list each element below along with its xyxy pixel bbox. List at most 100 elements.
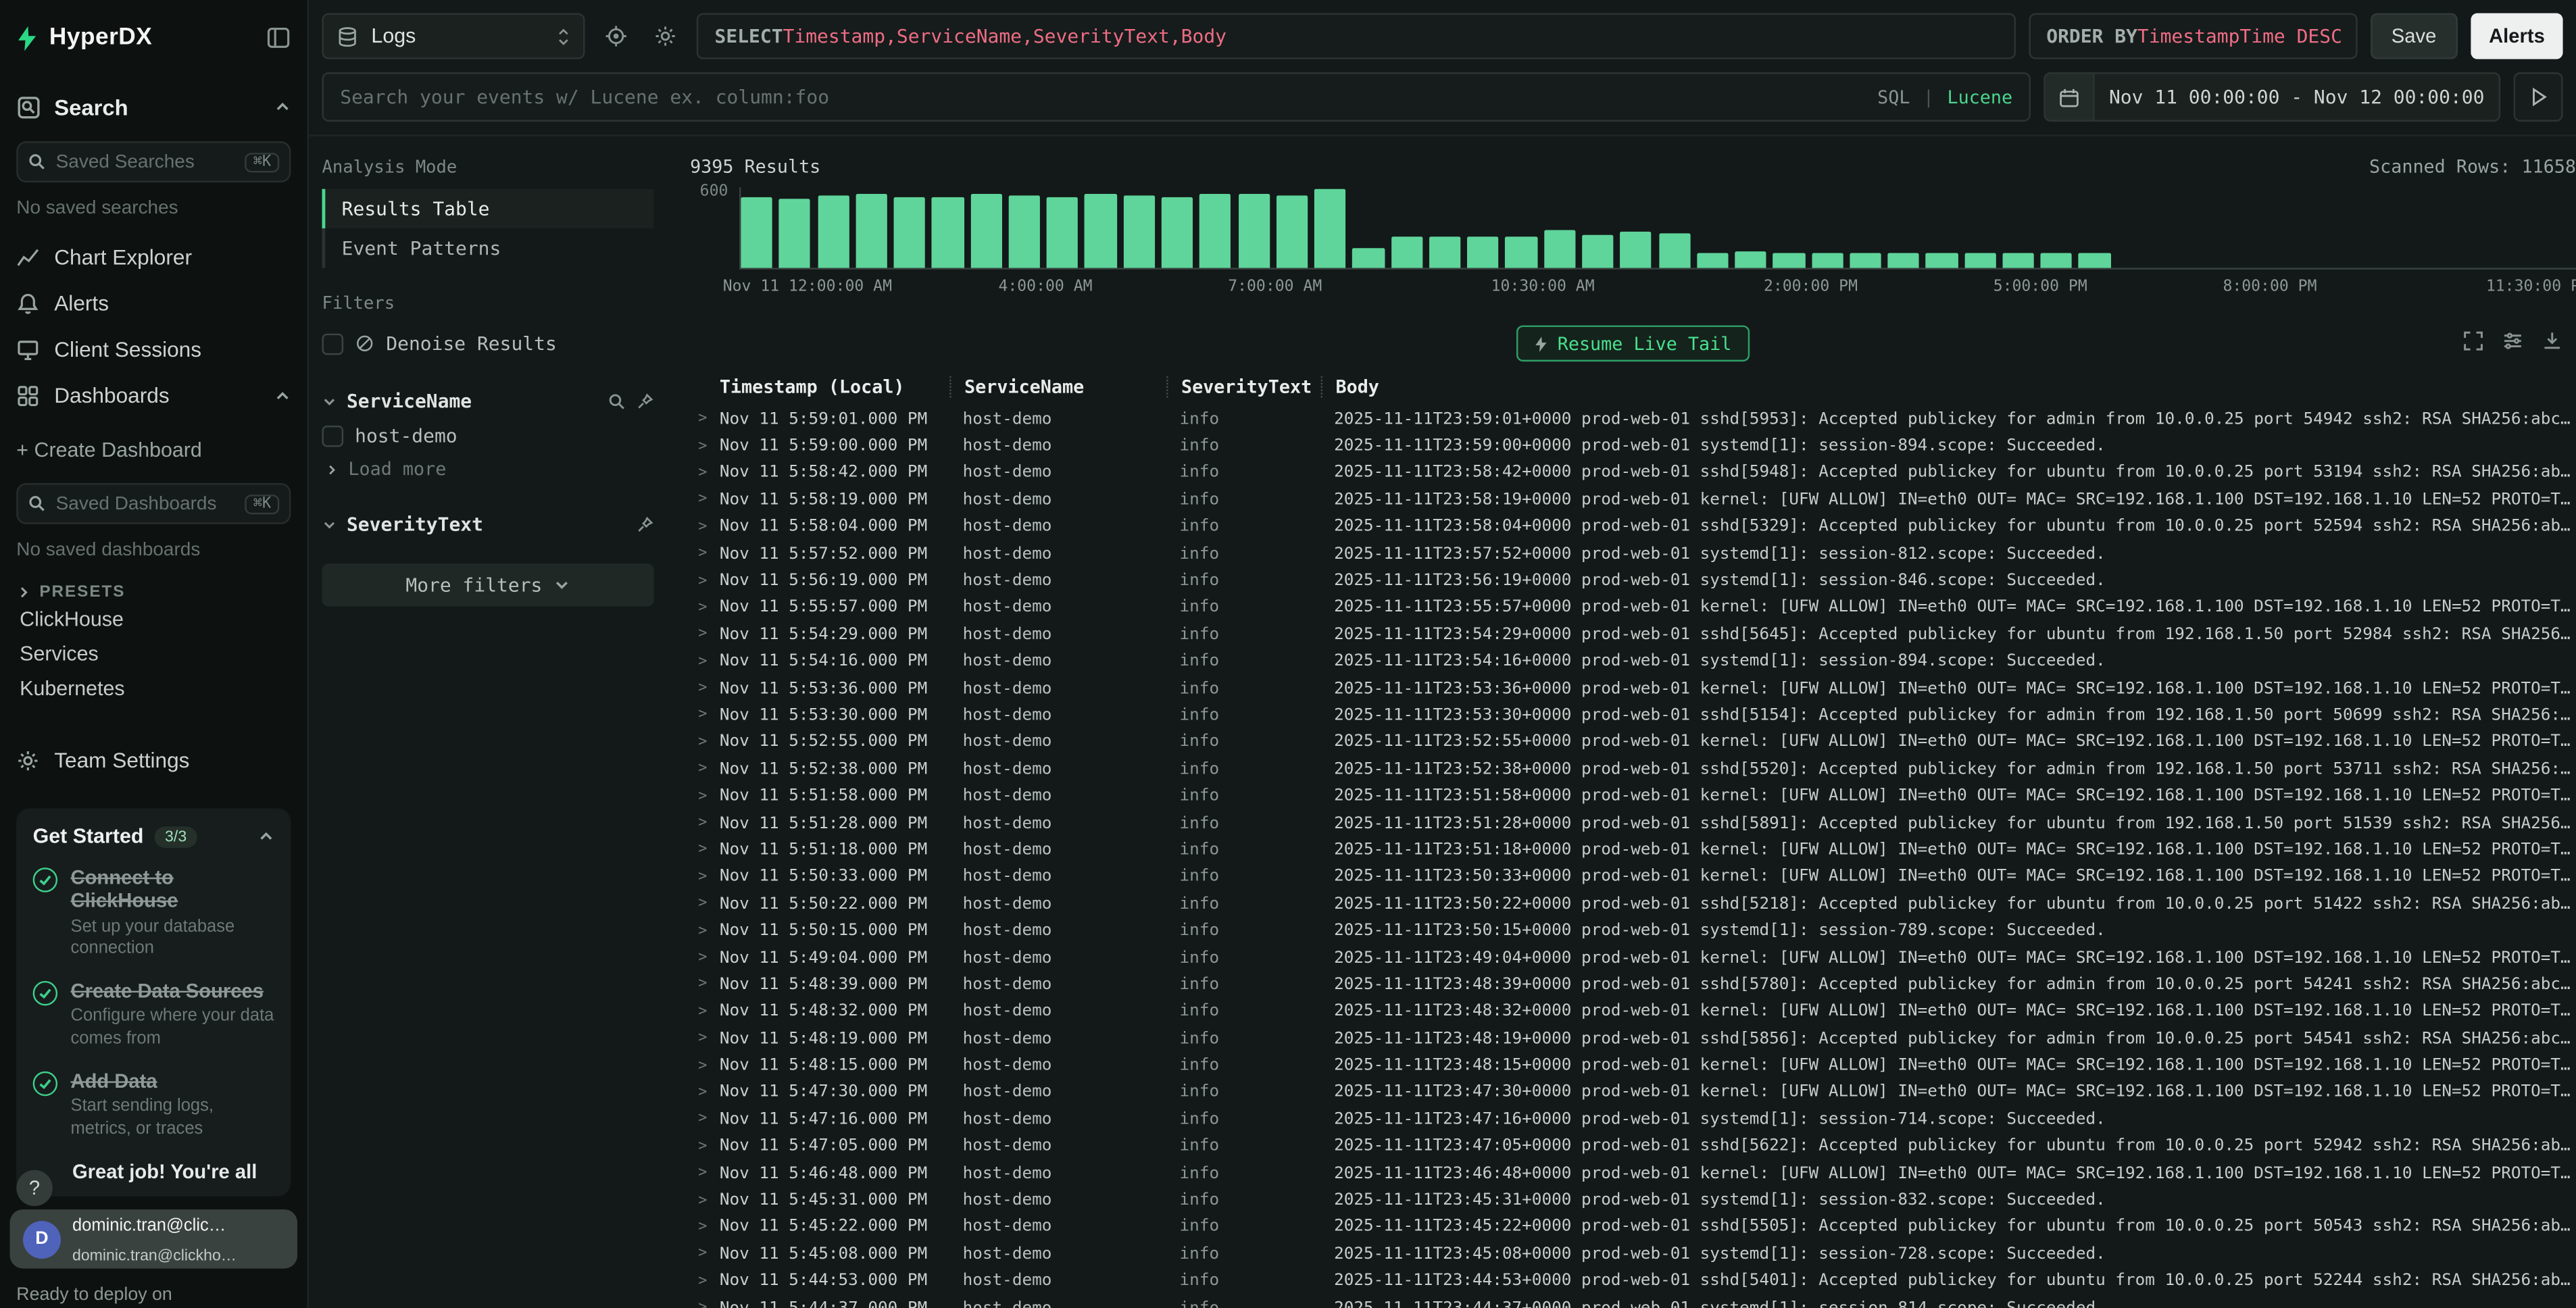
- row-expand-icon[interactable]: >: [690, 977, 720, 993]
- lang-toggle-sql[interactable]: SQL: [1877, 86, 1910, 108]
- get-started-item[interactable]: Add DataStart sending logs, metrics, or …: [33, 1070, 274, 1141]
- table-row[interactable]: >Nov 11 5:51:28.000 PMhost-demoinfo2025-…: [690, 810, 2576, 837]
- row-expand-icon[interactable]: >: [690, 815, 720, 831]
- row-expand-icon[interactable]: >: [690, 734, 720, 751]
- help-button[interactable]: ?: [16, 1170, 52, 1207]
- filter-group-severitytext[interactable]: SeverityText: [322, 508, 653, 541]
- table-row[interactable]: >Nov 11 5:48:15.000 PMhost-demoinfo2025-…: [690, 1052, 2576, 1079]
- row-expand-icon[interactable]: >: [690, 896, 720, 912]
- collapse-sidebar-icon[interactable]: [266, 26, 291, 49]
- load-more-button[interactable]: Load more: [322, 453, 653, 484]
- sidebar-item-preset[interactable]: Kubernetes: [16, 672, 291, 705]
- row-expand-icon[interactable]: >: [690, 1030, 720, 1047]
- sidebar-item-team-settings[interactable]: Team Settings: [16, 738, 291, 782]
- col-header-body[interactable]: Body: [1321, 376, 2576, 398]
- table-row[interactable]: >Nov 11 5:58:19.000 PMhost-demoinfo2025-…: [690, 486, 2576, 513]
- table-row[interactable]: >Nov 11 5:51:58.000 PMhost-demoinfo2025-…: [690, 783, 2576, 810]
- resume-live-tail-button[interactable]: Resume Live Tail: [1516, 326, 1750, 362]
- order-by-input[interactable]: ORDER BY TimestampTime DESC: [2029, 13, 2357, 59]
- event-search-input[interactable]: Search your events w/ Lucene ex. column:…: [322, 72, 2030, 122]
- chevron-up-icon[interactable]: [274, 387, 291, 403]
- table-row[interactable]: >Nov 11 5:56:19.000 PMhost-demoinfo2025-…: [690, 568, 2576, 595]
- row-expand-icon[interactable]: >: [690, 1057, 720, 1074]
- row-expand-icon[interactable]: >: [690, 1273, 720, 1289]
- source-select[interactable]: Logs: [322, 13, 585, 59]
- sidebar-item-chart-explorer[interactable]: Chart Explorer: [16, 235, 291, 280]
- checkbox[interactable]: [322, 333, 343, 355]
- row-expand-icon[interactable]: >: [690, 923, 720, 939]
- sidebar-item-preset[interactable]: Services: [16, 638, 291, 671]
- histogram-plot[interactable]: [739, 187, 2576, 270]
- filter-group-servicename[interactable]: ServiceName: [322, 384, 653, 418]
- table-row[interactable]: >Nov 11 5:52:38.000 PMhost-demoinfo2025-…: [690, 756, 2576, 783]
- events-histogram[interactable]: 600: [690, 187, 2576, 270]
- table-row[interactable]: >Nov 11 5:52:55.000 PMhost-demoinfo2025-…: [690, 729, 2576, 756]
- row-expand-icon[interactable]: >: [690, 1004, 720, 1020]
- row-expand-icon[interactable]: >: [690, 1165, 720, 1182]
- row-expand-icon[interactable]: >: [690, 519, 720, 535]
- table-row[interactable]: >Nov 11 5:44:37.000 PMhost-demoinfo2025-…: [690, 1294, 2576, 1308]
- table-row[interactable]: >Nov 11 5:55:57.000 PMhost-demoinfo2025-…: [690, 595, 2576, 622]
- save-button[interactable]: Save: [2370, 13, 2458, 59]
- row-expand-icon[interactable]: >: [690, 653, 720, 670]
- table-row[interactable]: >Nov 11 5:48:32.000 PMhost-demoinfo2025-…: [690, 999, 2576, 1026]
- row-expand-icon[interactable]: >: [690, 1246, 720, 1262]
- checkbox[interactable]: [322, 425, 343, 447]
- table-row[interactable]: >Nov 11 5:59:00.000 PMhost-demoinfo2025-…: [690, 433, 2576, 460]
- filter-option-host-demo[interactable]: host-demo: [322, 418, 653, 454]
- get-started-item[interactable]: Connect to ClickHouseSet up your databas…: [33, 866, 274, 961]
- sidebar-item-dashboards[interactable]: Dashboards: [16, 373, 291, 418]
- row-expand-icon[interactable]: >: [690, 842, 720, 858]
- row-expand-icon[interactable]: >: [690, 626, 720, 643]
- row-expand-icon[interactable]: >: [690, 788, 720, 805]
- row-expand-icon[interactable]: >: [690, 1084, 720, 1101]
- query-settings-gear-button[interactable]: [647, 16, 683, 55]
- chevron-up-icon[interactable]: [258, 828, 274, 845]
- col-header-timestamp[interactable]: Timestamp (Local): [720, 376, 949, 398]
- row-expand-icon[interactable]: >: [690, 1192, 720, 1209]
- table-row[interactable]: >Nov 11 5:48:39.000 PMhost-demoinfo2025-…: [690, 972, 2576, 999]
- row-expand-icon[interactable]: >: [690, 465, 720, 481]
- row-expand-icon[interactable]: >: [690, 1219, 720, 1235]
- table-row[interactable]: >Nov 11 5:45:31.000 PMhost-demoinfo2025-…: [690, 1187, 2576, 1214]
- lang-toggle-lucene[interactable]: Lucene: [1947, 86, 2012, 108]
- table-row[interactable]: >Nov 11 5:54:16.000 PMhost-demoinfo2025-…: [690, 649, 2576, 676]
- denoise-results-checkbox[interactable]: Denoise Results: [322, 326, 653, 362]
- nav-search[interactable]: Search: [16, 85, 291, 128]
- row-expand-icon[interactable]: >: [690, 950, 720, 966]
- table-row[interactable]: >Nov 11 5:44:53.000 PMhost-demoinfo2025-…: [690, 1267, 2576, 1294]
- table-row[interactable]: >Nov 11 5:54:29.000 PMhost-demoinfo2025-…: [690, 622, 2576, 649]
- row-expand-icon[interactable]: >: [690, 707, 720, 724]
- col-header-severitytext[interactable]: SeverityText: [1166, 376, 1321, 398]
- row-expand-icon[interactable]: >: [690, 546, 720, 562]
- pin-icon[interactable]: [636, 392, 654, 410]
- analysis-mode-results-table[interactable]: Results Table: [322, 189, 653, 228]
- user-menu[interactable]: D dominic.tran@clic… dominic.tran@clickh…: [10, 1209, 297, 1269]
- table-row[interactable]: >Nov 11 5:50:22.000 PMhost-demoinfo2025-…: [690, 890, 2576, 917]
- row-expand-icon[interactable]: >: [690, 761, 720, 778]
- run-query-button[interactable]: [2514, 72, 2563, 122]
- analysis-mode-event-patterns[interactable]: Event Patterns: [322, 228, 653, 268]
- create-dashboard-button[interactable]: + Create Dashboard: [16, 430, 291, 470]
- row-expand-icon[interactable]: >: [690, 438, 720, 454]
- table-row[interactable]: >Nov 11 5:53:36.000 PMhost-demoinfo2025-…: [690, 675, 2576, 702]
- alerts-button[interactable]: Alerts: [2471, 13, 2562, 59]
- table-row[interactable]: >Nov 11 5:47:16.000 PMhost-demoinfo2025-…: [690, 1106, 2576, 1133]
- table-row[interactable]: >Nov 11 5:50:33.000 PMhost-demoinfo2025-…: [690, 863, 2576, 890]
- table-row[interactable]: >Nov 11 5:57:52.000 PMhost-demoinfo2025-…: [690, 540, 2576, 568]
- sidebar-item-client-sessions[interactable]: Client Sessions: [16, 327, 291, 372]
- col-header-servicename[interactable]: ServiceName: [949, 376, 1166, 398]
- table-row[interactable]: >Nov 11 5:58:42.000 PMhost-demoinfo2025-…: [690, 459, 2576, 486]
- pin-icon[interactable]: [636, 515, 654, 533]
- table-row[interactable]: >Nov 11 5:51:18.000 PMhost-demoinfo2025-…: [690, 837, 2576, 864]
- table-row[interactable]: >Nov 11 5:59:01.000 PMhost-demoinfo2025-…: [690, 406, 2576, 433]
- more-filters-button[interactable]: More filters: [322, 563, 653, 606]
- table-row[interactable]: >Nov 11 5:49:04.000 PMhost-demoinfo2025-…: [690, 945, 2576, 972]
- search-icon[interactable]: [608, 392, 626, 410]
- sql-select-input[interactable]: SELECT Timestamp,ServiceName,SeverityTex…: [697, 13, 2015, 59]
- sidebar-item-preset[interactable]: ClickHouse: [16, 603, 291, 636]
- saved-dashboards-input[interactable]: Saved Dashboards ⌘K: [16, 483, 291, 524]
- focus-mode-button[interactable]: [598, 16, 634, 55]
- presets-header[interactable]: PRESETS: [16, 583, 291, 601]
- row-expand-icon[interactable]: >: [690, 1111, 720, 1128]
